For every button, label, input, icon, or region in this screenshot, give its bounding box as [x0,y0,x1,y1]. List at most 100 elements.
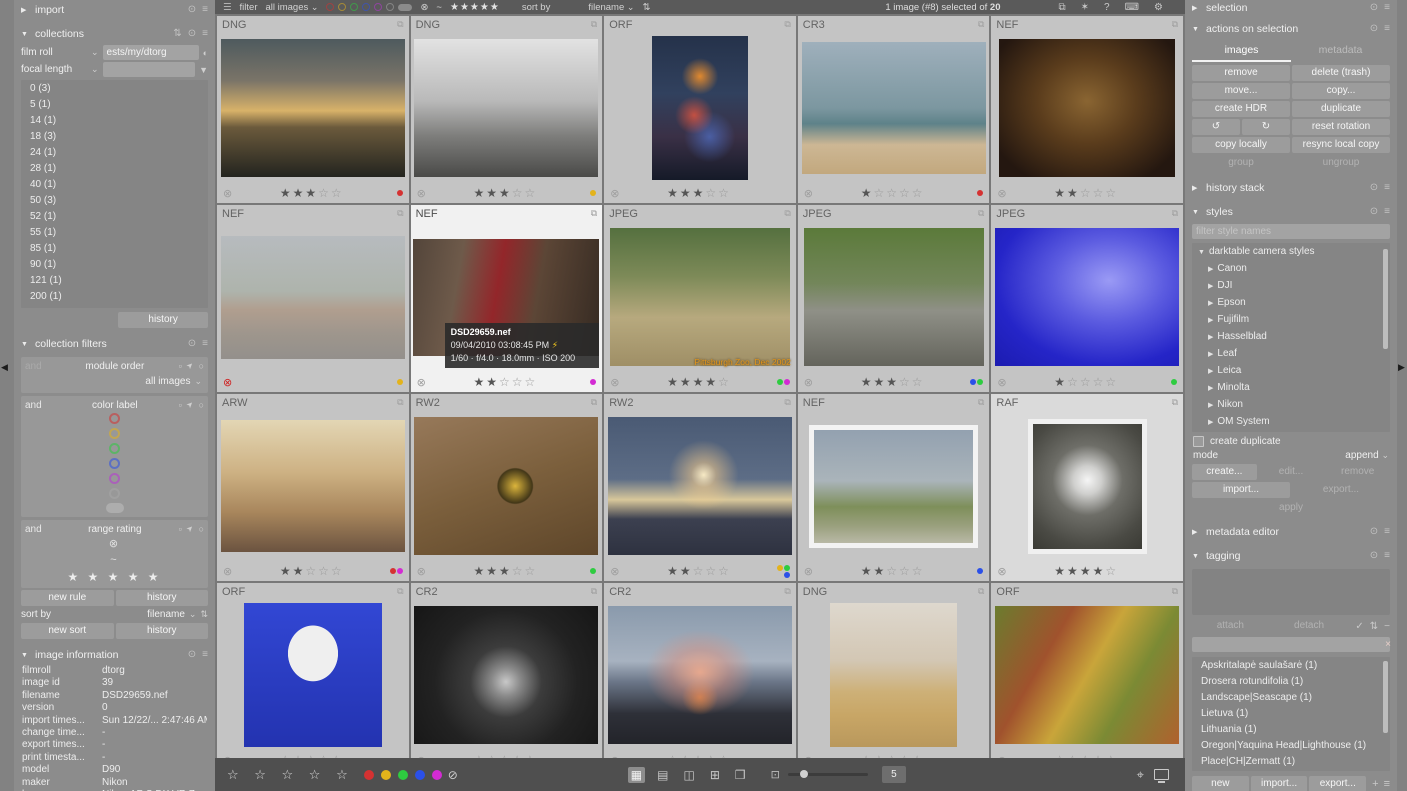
thumbnail-image[interactable] [999,39,1175,177]
sort-select[interactable]: filename ⌄ [588,2,634,13]
sort-icon[interactable]: ⇅ [173,29,181,39]
invert-icon[interactable]: ◐ [203,48,208,58]
metadata-editor-header[interactable]: ▶ metadata editor ⊙≡ [1185,522,1397,542]
thumbnail-image-area[interactable] [991,600,1183,750]
reject-icon[interactable]: ⊗ [997,187,1011,200]
tag-new-button[interactable]: new [1192,776,1249,791]
color-label-button-magenta[interactable] [432,770,442,780]
rule-name[interactable]: module order [55,361,175,372]
focal-length-item[interactable]: 90 (1) [21,257,208,273]
style-item[interactable]: ▶DJI [1192,278,1390,295]
style-export-button[interactable]: export... [1292,482,1390,498]
style-item[interactable]: ▶Hasselblad [1192,329,1390,346]
style-item[interactable]: ▶Canon [1192,261,1390,278]
rating-filter-stars[interactable]: ★ ★ ★ ★ ★ [67,570,161,584]
style-edit-button[interactable]: edit... [1259,464,1324,480]
focal-length-item[interactable]: 121 (1) [21,273,208,289]
no-color-label-icon[interactable]: ⊘ [448,768,458,782]
reject-filter-icon[interactable]: ⊗ [420,2,428,13]
rule-conjunction[interactable]: and [25,361,51,372]
reject-icon[interactable]: ⊗ [417,565,431,578]
tag-item[interactable]: Landscape|Seascape (1) [1192,690,1390,706]
tag-plus-icon[interactable]: + [1372,778,1378,790]
focal-length-item[interactable]: 40 (1) [21,177,208,193]
focal-length-item[interactable]: 85 (1) [21,241,208,257]
reset-icon[interactable]: ⊙ [188,339,196,349]
focal-length-item[interactable]: 52 (1) [21,209,208,225]
pin-icon[interactable]: ➤ [184,523,196,535]
reject-icon[interactable]: ⊗ [610,376,624,389]
group-icon[interactable]: ⧉ [784,19,790,30]
module-order-value[interactable]: all images [145,376,190,387]
thumbnail-image-area[interactable] [798,222,990,372]
reset-icon[interactable]: ⊙ [188,650,196,660]
group-button[interactable]: group [1192,155,1290,171]
zoom-level-value[interactable]: 5 [882,766,906,783]
reject-icon[interactable]: ⊗ [997,565,1011,578]
star-rating[interactable]: ★☆☆☆☆ [818,186,968,200]
color-label-dot-blue[interactable] [109,458,120,469]
mode-select[interactable]: append ⌄ [1345,450,1389,461]
style-apply-button[interactable]: apply [1192,500,1390,516]
tilde-icon[interactable]: ~ [436,2,442,13]
color-label-dot-green[interactable] [350,3,358,11]
thumbnail-cell[interactable]: DNG⧉⊗★★★☆☆ [411,16,603,203]
reset-icon[interactable]: ⊙ [1370,207,1378,217]
star-rating[interactable]: ☆☆☆☆☆ [1011,753,1161,758]
thumbnail-image[interactable] [221,39,405,177]
thumbnail-image[interactable] [414,606,598,744]
thumbnail-image-area[interactable] [604,600,796,750]
styles-filter-input[interactable] [1192,224,1390,239]
history-stack-header[interactable]: ▶ history stack ⊙≡ [1185,178,1397,198]
color-label-dot-gray[interactable] [109,488,120,499]
sort-direction-icon[interactable]: ⇅ [642,2,650,13]
focal-length-item[interactable]: 50 (3) [21,193,208,209]
group-icon[interactable]: ⧉ [978,208,984,219]
thumbnail-image[interactable] [830,603,956,747]
thumbnail-image-area[interactable] [217,222,409,372]
dropdown-icon[interactable]: ⌄ [194,376,202,387]
dropdown-icon[interactable]: ⌄ [91,64,99,75]
thumbnail-image-area[interactable] [411,33,603,183]
color-label-button-yellow[interactable] [381,770,391,780]
thumbnail-cell[interactable]: NEF⧉⊗★★☆☆☆ [991,16,1183,203]
star-rating[interactable]: ★☆☆☆☆ [1011,375,1161,389]
reset-icon[interactable]: ⊙ [188,29,196,39]
style-item[interactable]: ▶Leica [1192,363,1390,380]
color-label-dot-red[interactable] [109,413,120,424]
group-icon[interactable]: ⧉ [397,397,403,408]
rule-off-icon[interactable]: ○ [199,361,204,371]
thumbnail-image-area[interactable] [411,600,603,750]
tag-item[interactable]: Place|CH|Zermatt (1) [1192,754,1390,770]
star-rating[interactable]: ☆☆☆☆☆ [624,753,774,758]
group-icon[interactable]: ⧉ [397,208,403,219]
thumbnail-cell[interactable]: DNG⧉⊗☆☆☆☆☆ [798,583,990,758]
thumbnail-image-area[interactable] [798,600,990,750]
presets-icon[interactable]: ≡ [202,339,208,349]
tagging-panel-header[interactable]: ▼ tagging ⊙≡ [1185,546,1397,566]
thumbnail-image[interactable] [244,603,382,747]
reject-icon[interactable]: ⊗ [997,754,1011,759]
thumbnail-size-icon[interactable]: ⊡ [771,768,780,781]
color-label-all-pill[interactable] [398,4,412,11]
thumbnail-cell[interactable]: JPEG⧉Pittsburgh Zoo, Dec 2002⊗★★★★☆ [604,205,796,392]
group-icon[interactable]: ⧉ [978,19,984,30]
presets-icon[interactable]: ≡ [1384,3,1390,13]
overlays-icon[interactable]: ✶ [1081,2,1089,13]
clear-search-icon[interactable]: × [1385,639,1391,650]
rule-toggle-icon[interactable]: ▫ [179,400,182,410]
color-label-dot-green[interactable] [109,443,120,454]
shortcuts-icon[interactable]: ⌨ [1125,2,1139,13]
rule-conjunction[interactable]: and [25,524,51,535]
star-rating[interactable]: ★★☆☆☆ [624,564,774,578]
create-hdr-button[interactable]: create HDR [1192,101,1290,117]
tab-metadata[interactable]: metadata [1291,41,1390,62]
thumbnail-cell[interactable]: ORF⧉⊗☆☆☆☆☆ [217,583,409,758]
rule-off-icon[interactable]: ○ [199,524,204,534]
styles-panel-header[interactable]: ▼ styles ⊙≡ [1185,202,1397,222]
reject-icon[interactable]: ⊗ [223,754,237,759]
style-remove-button[interactable]: remove [1325,464,1390,480]
thumbnail-cell[interactable]: CR3⧉⊗★☆☆☆☆ [798,16,990,203]
star-rating[interactable]: ★★☆☆☆ [818,564,968,578]
reset-icon[interactable]: ⊙ [1370,183,1378,193]
